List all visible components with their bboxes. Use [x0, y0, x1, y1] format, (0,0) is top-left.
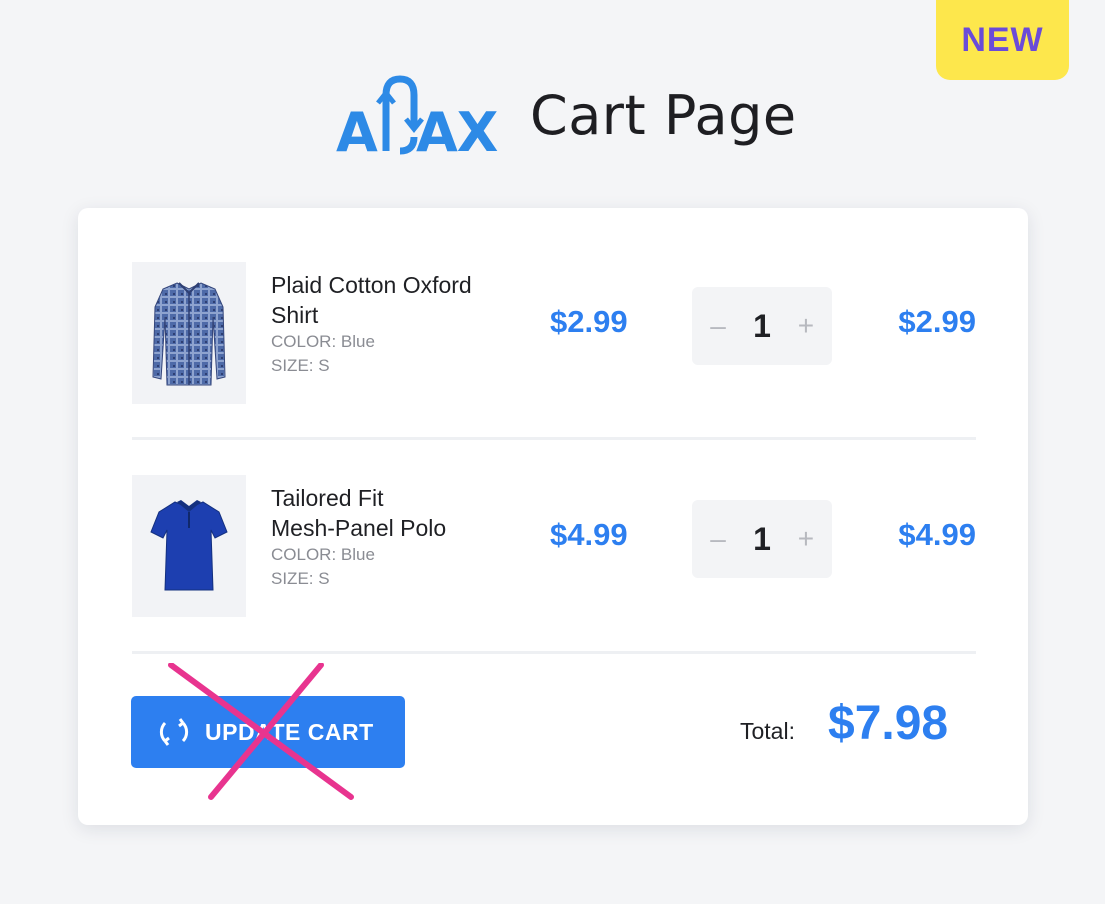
svg-text:AX: AX: [416, 101, 498, 155]
plaid-shirt-icon: [152, 282, 226, 386]
ajax-logo: A AX: [336, 75, 512, 155]
polo-shirt-icon: [150, 500, 228, 591]
product-color: COLOR: Blue: [271, 545, 375, 564]
minus-icon[interactable]: –: [708, 523, 728, 555]
total-value: $7.98: [828, 697, 949, 750]
cart-item: Plaid Cotton Oxford Shirt COLOR: Blue SI…: [130, 262, 976, 406]
minus-icon[interactable]: –: [708, 310, 728, 342]
ajax-logo-icon: A AX: [336, 75, 499, 155]
quantity-stepper: – 1 +: [692, 287, 832, 365]
product-name[interactable]: Tailored Fit: [271, 483, 531, 513]
page-title: Cart Page: [530, 83, 797, 147]
item-info: Plaid Cotton Oxford Shirt COLOR: Blue SI…: [271, 270, 531, 378]
item-subtotal: $4.99: [898, 517, 976, 552]
plus-icon[interactable]: +: [796, 310, 816, 342]
update-cart-label: UPDATE CART: [205, 718, 374, 745]
product-name[interactable]: Plaid Cotton Oxford: [271, 270, 531, 300]
quantity-value[interactable]: 1: [753, 308, 771, 345]
product-name[interactable]: Mesh-Panel Polo: [271, 513, 531, 543]
row-divider: [132, 437, 976, 440]
product-size: SIZE: S: [271, 569, 330, 588]
item-price: $2.99: [550, 304, 628, 339]
row-divider: [132, 651, 976, 654]
total-label: Total:: [740, 718, 795, 744]
product-image[interactable]: [132, 262, 246, 404]
item-info: Tailored Fit Mesh-Panel Polo COLOR: Blue…: [271, 483, 531, 591]
refresh-icon: [157, 715, 191, 749]
item-subtotal: $2.99: [898, 304, 976, 339]
plus-icon[interactable]: +: [796, 523, 816, 555]
item-price: $4.99: [550, 517, 628, 552]
cart-item: Tailored Fit Mesh-Panel Polo COLOR: Blue…: [130, 475, 976, 619]
product-size: SIZE: S: [271, 356, 330, 375]
svg-text:A: A: [336, 101, 378, 155]
new-badge: NEW: [936, 0, 1069, 80]
cart-panel: Plaid Cotton Oxford Shirt COLOR: Blue SI…: [78, 208, 1028, 825]
product-color: COLOR: Blue: [271, 332, 375, 351]
product-name[interactable]: Shirt: [271, 300, 531, 330]
product-image[interactable]: [132, 475, 246, 617]
quantity-stepper: – 1 +: [692, 500, 832, 578]
update-cart-button[interactable]: UPDATE CART: [131, 696, 405, 768]
quantity-value[interactable]: 1: [753, 521, 771, 558]
page-heading: A AX Cart Page: [336, 70, 797, 160]
